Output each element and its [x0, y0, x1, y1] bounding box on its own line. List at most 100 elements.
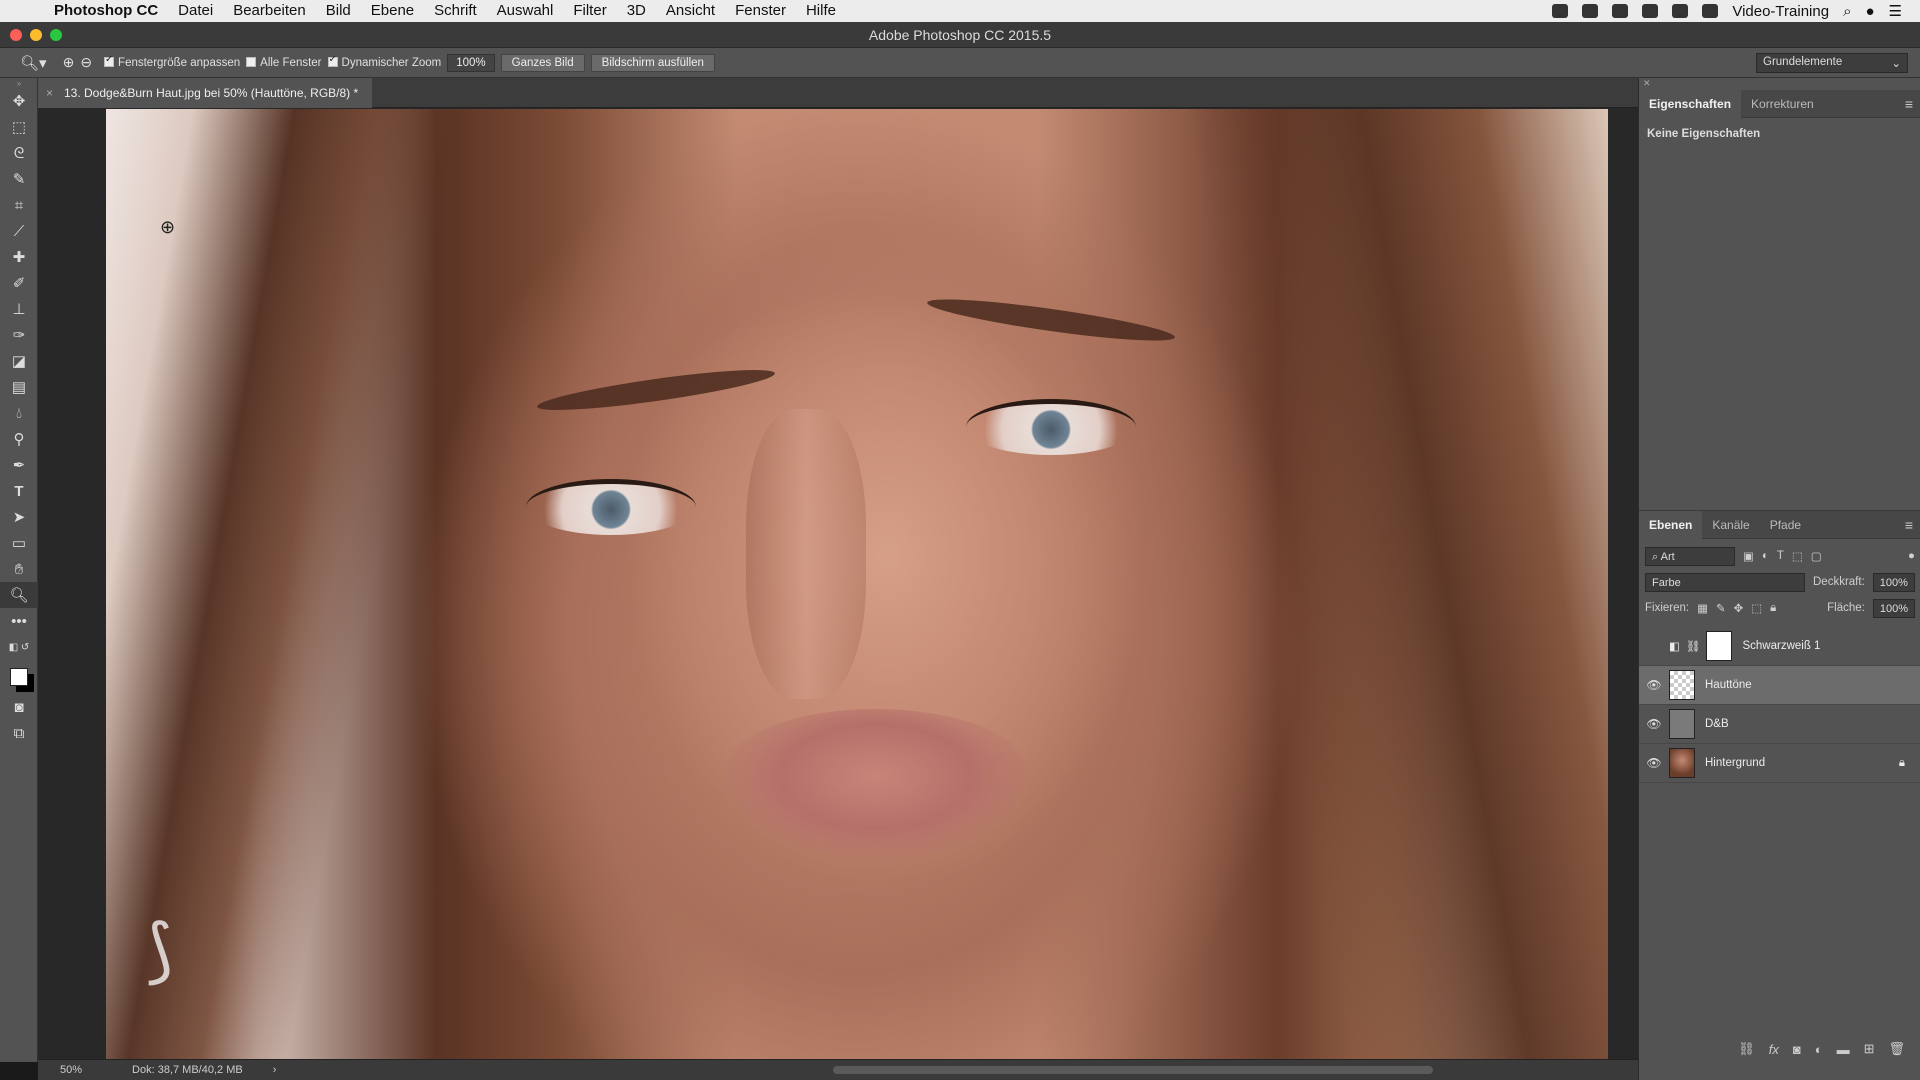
zoom-out-icon[interactable]: ⊖ — [80, 54, 92, 71]
menu-schrift[interactable]: Schrift — [424, 0, 487, 22]
add-mask-icon[interactable]: ◙ — [1793, 1042, 1801, 1057]
filter-shape-icon[interactable]: ⬚ — [1792, 549, 1803, 563]
eye-icon[interactable]: 👁︎ — [1639, 756, 1669, 770]
blend-mode-dropdown[interactable]: Farbe — [1645, 572, 1805, 592]
layer-row-schwarzweiss[interactable]: ◧ ⛓︎ Schwarzweiß 1 — [1639, 627, 1920, 666]
layer-thumbnail[interactable] — [1669, 748, 1695, 778]
zoom-tool-preset-icon[interactable]: 🔍︎▾ — [20, 54, 47, 72]
layer-row-hauttoene[interactable]: 👁︎ Hauttöne — [1639, 666, 1920, 705]
lock-pixels-icon[interactable]: ✎ — [1716, 601, 1726, 615]
eye-icon[interactable]: 👁︎ — [1639, 717, 1669, 731]
battery-icon[interactable] — [1642, 4, 1659, 18]
filter-toggle-icon[interactable]: ● — [1908, 550, 1915, 562]
layer-thumbnail[interactable] — [1669, 709, 1695, 739]
menu-ebene[interactable]: Ebene — [361, 0, 424, 22]
layer-mask-thumbnail[interactable] — [1706, 631, 1733, 661]
opacity-input[interactable]: 100% — [1872, 572, 1915, 592]
menu-ansicht[interactable]: Ansicht — [656, 0, 725, 22]
screen-mode-icon[interactable]: ⧉ — [0, 720, 38, 746]
status-doc-size[interactable]: Dok: 38,7 MB/40,2 MB — [132, 1064, 243, 1076]
menu-bearbeiten[interactable]: Bearbeiten — [223, 0, 316, 22]
notification-center-icon[interactable]: ☰ — [1889, 2, 1902, 20]
fill-input[interactable]: 100% — [1872, 598, 1915, 618]
minimize-window-icon[interactable] — [30, 29, 42, 41]
lock-all-icon[interactable]: 🔒︎ — [1770, 602, 1776, 615]
type-tool-icon[interactable]: T — [0, 478, 38, 504]
filter-pixel-icon[interactable]: ▣ — [1743, 549, 1754, 563]
tab-layers[interactable]: Ebenen — [1639, 510, 1703, 539]
lasso-tool-icon[interactable]: ᘓ — [0, 140, 38, 166]
new-adjustment-icon[interactable]: ◐ — [1815, 1042, 1823, 1057]
menubar-user[interactable]: Video-Training — [1732, 3, 1829, 20]
collapse-arrows-icon[interactable]: » — [0, 78, 38, 88]
filter-adjustment-icon[interactable]: ◐ — [1762, 550, 1769, 562]
tab-properties[interactable]: Eigenschaften — [1639, 89, 1742, 118]
record-icon[interactable] — [1552, 4, 1569, 18]
wifi-icon[interactable] — [1672, 4, 1689, 18]
new-layer-icon[interactable]: ⊞ — [1864, 1041, 1875, 1057]
path-selection-tool-icon[interactable]: ➤ — [0, 504, 38, 530]
filter-type-icon[interactable]: T — [1777, 550, 1784, 562]
gradient-tool-icon[interactable]: ▤ — [0, 374, 38, 400]
panel-menu-icon[interactable]: ≡ — [1905, 96, 1920, 112]
mask-link-icon[interactable]: ⛓︎ — [1686, 639, 1701, 653]
eraser-tool-icon[interactable]: ◪ — [0, 348, 38, 374]
menu-hilfe[interactable]: Hilfe — [796, 0, 846, 22]
crop-tool-icon[interactable]: ⌗ — [0, 192, 38, 218]
menu-auswahl[interactable]: Auswahl — [487, 0, 564, 22]
zoom-tool-icon[interactable]: 🔍︎ — [0, 582, 38, 608]
layer-filter-dropdown[interactable]: ⌕ Art — [1645, 546, 1735, 566]
status-arrow-icon[interactable]: › — [273, 1064, 277, 1076]
new-group-icon[interactable]: ▬ — [1837, 1042, 1850, 1057]
color-swatches-icon[interactable] — [0, 660, 38, 694]
delete-layer-icon[interactable]: 🗑︎ — [1888, 1041, 1905, 1057]
hand-tool-icon[interactable]: ✋︎ — [0, 556, 38, 582]
dynamic-zoom-checkbox[interactable]: Dynamischer Zoom — [327, 54, 441, 69]
quick-selection-tool-icon[interactable]: ✎ — [0, 166, 38, 192]
layer-row-hintergrund[interactable]: 👁︎ Hintergrund 🔒︎ — [1639, 744, 1920, 783]
marquee-tool-icon[interactable]: ⬚ — [0, 114, 38, 140]
quick-mask-icon[interactable]: ◙ — [0, 694, 38, 720]
move-tool-icon[interactable]: ✥ — [0, 88, 38, 114]
menu-datei[interactable]: Datei — [168, 0, 223, 22]
panel-close-icon[interactable]: ✕ — [1639, 78, 1920, 90]
zoom-100-button[interactable]: 100% — [447, 53, 495, 72]
spotlight-icon[interactable]: ⌕ — [1843, 3, 1851, 20]
healing-brush-tool-icon[interactable]: ✚ — [0, 244, 38, 270]
pen-tool-icon[interactable]: ✒ — [0, 452, 38, 478]
airplay-icon[interactable] — [1702, 4, 1719, 18]
filter-smart-object-icon[interactable]: ▢ — [1811, 549, 1822, 563]
eye-icon[interactable]: 👁︎ — [1639, 678, 1669, 692]
horizontal-scrollbar[interactable] — [833, 1066, 1433, 1074]
tab-paths[interactable]: Pfade — [1760, 511, 1811, 539]
siri-icon[interactable]: ● — [1865, 3, 1874, 20]
zoom-window-icon[interactable] — [50, 29, 62, 41]
zoom-in-icon[interactable]: ⊕ — [63, 54, 75, 71]
all-windows-checkbox[interactable]: Alle Fenster — [246, 57, 322, 69]
layer-row-db[interactable]: 👁︎ D&B — [1639, 705, 1920, 744]
lock-position-icon[interactable]: ✥ — [1734, 601, 1744, 615]
link-layers-icon[interactable]: ⛓︎ — [1738, 1041, 1755, 1057]
history-brush-tool-icon[interactable]: ✑ — [0, 322, 38, 348]
image-canvas[interactable]: ⊕ ⟆ — [106, 109, 1608, 1059]
workspace-dropdown[interactable]: Grundelemente ⌄ — [1756, 53, 1908, 73]
document-tab[interactable]: × 13. Dodge&Burn Haut.jpg bei 50% (Hautt… — [38, 78, 373, 108]
eyedropper-tool-icon[interactable]: ⟋ — [0, 218, 38, 244]
close-tab-icon[interactable]: × — [46, 78, 53, 108]
creative-cloud-icon[interactable] — [1612, 4, 1629, 18]
blur-tool-icon[interactable]: 💧︎ — [0, 400, 38, 426]
layer-thumbnail[interactable] — [1669, 670, 1695, 700]
menu-filter[interactable]: Filter — [563, 0, 616, 22]
status-zoom[interactable]: 50% — [60, 1064, 82, 1076]
close-window-icon[interactable] — [10, 29, 22, 41]
dodge-tool-icon[interactable]: ⚲ — [0, 426, 38, 452]
brush-tool-icon[interactable]: ✐ — [0, 270, 38, 296]
fit-screen-button[interactable]: Ganzes Bild — [500, 53, 585, 72]
layers-menu-icon[interactable]: ≡ — [1905, 517, 1920, 533]
menu-3d[interactable]: 3D — [617, 0, 656, 22]
rectangle-tool-icon[interactable]: ▭ — [0, 530, 38, 556]
fill-screen-button[interactable]: Bildschirm ausfüllen — [590, 53, 715, 72]
tab-channels[interactable]: Kanäle — [1702, 511, 1759, 539]
swap-colors-icon[interactable]: ◧ ↺ — [0, 634, 38, 660]
layer-style-fx-icon[interactable]: fx — [1769, 1042, 1779, 1057]
